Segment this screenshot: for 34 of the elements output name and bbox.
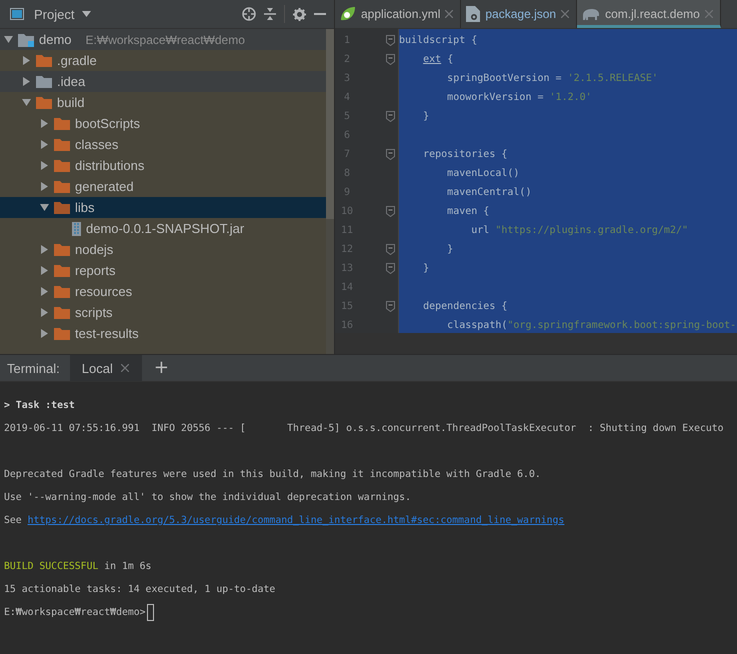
tree-row[interactable]: .idea <box>0 71 326 92</box>
terminal-label: Terminal: <box>6 360 61 376</box>
editor-tab[interactable]: package.json <box>461 0 578 28</box>
code-line: } <box>446 244 454 255</box>
terminal-text: Use '--warning-mode all' to show the individual deprecation warnings. <box>4 492 411 503</box>
code-line: } <box>422 111 430 122</box>
new-tab-button[interactable]: + <box>146 359 177 377</box>
terminal-text: > Task :test <box>4 400 75 411</box>
code-line: } <box>422 263 430 274</box>
code-line: buildscript { <box>399 35 478 46</box>
code-line: springBootVersion = '2.1.5.RELEASE' <box>446 73 658 84</box>
tree-row[interactable]: libs <box>0 197 326 218</box>
terminal-text: 2019-06-11 07:55:16.991 INFO 20556 --- [ Thread-5] o.s.s.concurrent.ThreadPoolTaskExecutor : Shutting down Executo <box>4 423 724 434</box>
tree-row[interactable]: demo E:₩workspace₩react₩demo <box>0 29 326 50</box>
code-line: mooworkVersion = '1.2.0' <box>446 92 592 103</box>
editor-tab[interactable]: com.jl.react.demo <box>577 0 721 28</box>
panel-title[interactable]: Project <box>34 6 74 22</box>
code-line: repositories { <box>422 149 508 160</box>
terminal-text: Deprecated Gradle features were used in this build, making it incompatible with Gradle 6.0. <box>4 469 541 480</box>
code-line: ext { <box>422 54 454 65</box>
terminal-text: See <box>4 515 23 526</box>
terminal-text: in 1m 6s <box>103 561 152 572</box>
terminal-text: BUILD SUCCESSFUL <box>4 561 98 572</box>
code-line: maven { <box>446 206 490 217</box>
link[interactable]: https://docs.gradle.org/5.3/userguide/command_line_interface.html#sec:command_line_warnings <box>28 515 564 526</box>
code-line: dependencies { <box>422 301 508 312</box>
terminal-text: E:₩workspace₩react₩demo> <box>4 607 146 618</box>
code-line: classpath("org.springframework.boot:spring-boot- <box>446 320 736 331</box>
terminal-text: 15 actionable tasks: 14 executed, 1 up-to-date <box>4 584 276 595</box>
editor-tab[interactable]: application.yml <box>335 0 462 28</box>
code-line: url "https://plugins.gradle.org/m2/" <box>470 225 688 236</box>
terminal-tab[interactable]: Local <box>70 355 142 381</box>
code-line: mavenLocal() <box>446 168 520 179</box>
code-line: mavenCentral() <box>446 187 532 198</box>
